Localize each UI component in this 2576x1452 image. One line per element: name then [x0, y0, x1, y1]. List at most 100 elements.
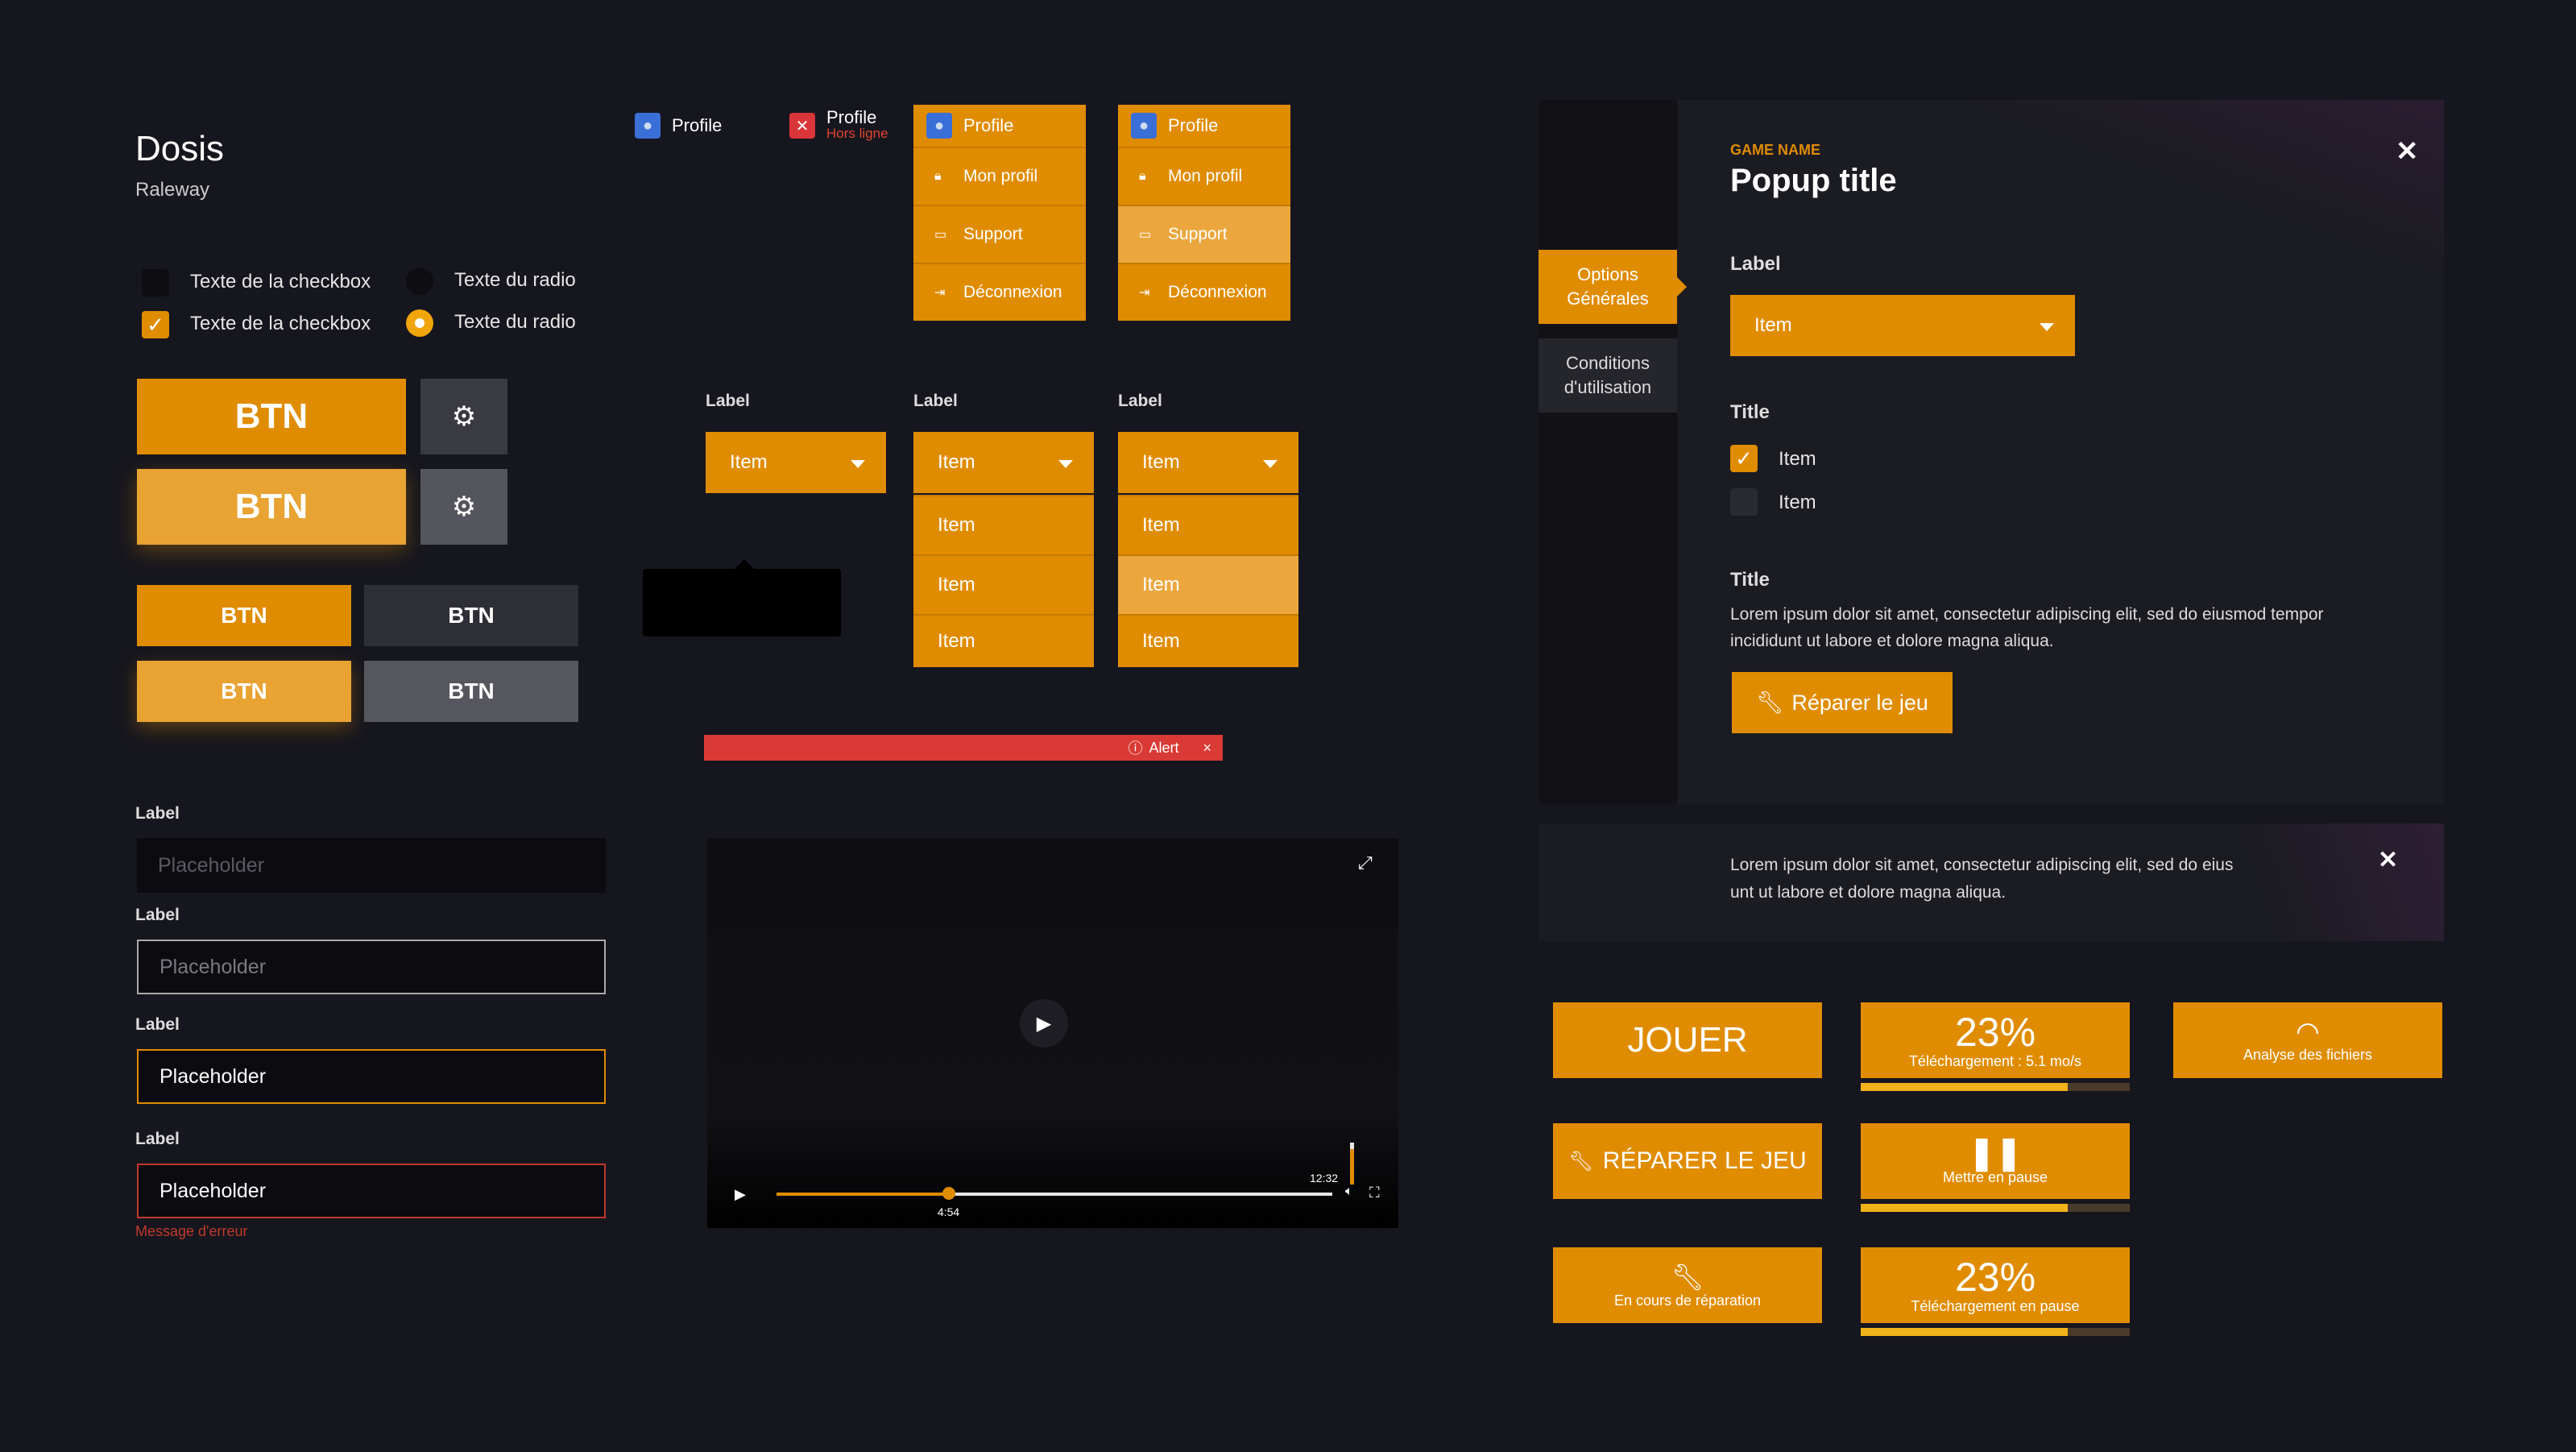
primary-button-hover[interactable]: BTN [137, 469, 406, 545]
dropdown-option[interactable]: Item [913, 495, 1094, 554]
check-icon: ✓ [1735, 446, 1753, 471]
seek-bar-progress [777, 1193, 949, 1196]
menu-item-logout[interactable]: ⇥ Déconnexion [913, 263, 1086, 321]
volume-icon[interactable]: 🔈︎ [1345, 1184, 1353, 1199]
checkbox-checked[interactable]: ✓ [142, 311, 169, 338]
download-progress-bar [1861, 1083, 2130, 1091]
analyse-label: Analyse des fichiers [2243, 1046, 2373, 1063]
profile-menu-header[interactable]: ● Profile [1118, 105, 1290, 147]
notification-text: unt ut labore et dolore magna aliqua. [1730, 883, 2007, 902]
offline-status: Hors ligne [826, 126, 888, 141]
tab-conditions[interactable]: Conditions d'utilisation [1539, 338, 1677, 413]
menu-item-profile[interactable]: 🔒︎ Mon profil [1118, 147, 1290, 205]
pause-tile[interactable]: ❚❚ Mettre en pause [1861, 1123, 2130, 1199]
volume-slider[interactable] [1350, 1143, 1354, 1184]
download-percent: 23% [1954, 1009, 2036, 1055]
dropdown-option-hover[interactable]: Item [1118, 554, 1298, 614]
close-icon: ✕ [2396, 136, 2419, 167]
dropdown-open[interactable]: Item [913, 432, 1094, 493]
settings-button[interactable]: ⚙ [420, 379, 507, 454]
avatar-icon: ● [1131, 113, 1157, 139]
notification-close-button[interactable]: ✕ [2378, 846, 2398, 874]
radio-unchecked[interactable] [406, 268, 433, 295]
dropdown-option[interactable]: Item [913, 554, 1094, 614]
input-label: Label [135, 1130, 180, 1148]
caret-down-icon [1058, 460, 1073, 468]
notification-text: Lorem ipsum dolor sit amet, consectetur … [1730, 856, 2234, 874]
lock-icon: 🔒︎ [1139, 169, 1146, 183]
text-input-error[interactable]: Placeholder [137, 1164, 606, 1218]
chat-icon: ▭ [934, 228, 947, 242]
download-progress-fill [1861, 1083, 2069, 1091]
small-secondary-button-hover[interactable]: BTN [364, 661, 578, 722]
profile-online[interactable]: ● Profile [635, 113, 722, 139]
menu-item-label: Support [1168, 225, 1228, 243]
wrench-icon: 🔧︎ [1756, 691, 1784, 715]
chat-icon: ▭ [1139, 228, 1152, 242]
repair-game-tile[interactable]: 🔧︎ RÉPARER LE JEU [1553, 1123, 1822, 1199]
avatar-icon: ● [635, 113, 661, 139]
play-game-button[interactable]: JOUER [1553, 1002, 1822, 1078]
small-primary-button[interactable]: BTN [137, 585, 351, 646]
download-tile[interactable]: 23% Téléchargement : 5.1 mo/s [1861, 1002, 2130, 1078]
menu-item-support[interactable]: ▭ Support [913, 205, 1086, 263]
font-body-sample: Raleway [135, 179, 210, 201]
popup-select[interactable]: Item [1730, 295, 2075, 356]
dropdown-value: Item [938, 451, 975, 473]
text-input-hover[interactable]: Placeholder [137, 940, 606, 994]
checkbox-label: Texte de la checkbox [190, 271, 371, 292]
paused-download-tile[interactable]: 23% Téléchargement en pause [1861, 1247, 2130, 1323]
tab-options-generales[interactable]: Options Générales [1539, 250, 1677, 324]
duration-time: 12:32 [1310, 1172, 1339, 1184]
paused-progress-bar [1861, 1328, 2130, 1336]
dropdown-value: Item [730, 451, 768, 473]
menu-item-label: Déconnexion [963, 283, 1062, 301]
profile-offline[interactable]: ✕ Profile Hors ligne [789, 107, 888, 142]
small-secondary-button[interactable]: BTN [364, 585, 578, 646]
radio-label: Texte du radio [454, 311, 576, 333]
primary-button[interactable]: BTN [137, 379, 406, 454]
popup-close-button[interactable]: ✕ [2396, 135, 2419, 168]
dropdown-option[interactable]: Item [913, 614, 1094, 667]
play-label: JOUER [1627, 1020, 1748, 1060]
logout-icon: ⇥ [934, 286, 946, 300]
small-primary-button-hover[interactable]: BTN [137, 661, 351, 722]
caret-down-icon [1263, 460, 1278, 468]
game-name: GAME NAME [1730, 142, 1820, 158]
fullscreen-expand-icon[interactable]: ⤢ [1358, 853, 1373, 873]
play-button[interactable]: ▶ [1020, 999, 1068, 1048]
menu-item-logout[interactable]: ⇥ Déconnexion [1118, 263, 1290, 321]
profile-label: Profile [963, 115, 1014, 135]
menu-item-profile[interactable]: 🔒︎ Mon profil [913, 147, 1086, 205]
paused-percent: 23% [1954, 1254, 2036, 1300]
gear-icon: ⚙ [451, 492, 477, 522]
dropdown-option[interactable]: Item [1118, 614, 1298, 667]
menu-item-support[interactable]: ▭ Support [1118, 205, 1290, 263]
dropdown-closed[interactable]: Item [706, 432, 886, 493]
select-value: Item [1754, 314, 1792, 336]
dropdown-option[interactable]: Item [1118, 495, 1298, 554]
dropdown-label: Label [913, 392, 958, 410]
play-small-icon[interactable]: ▶ [735, 1186, 746, 1203]
dropdown-label: Label [706, 392, 750, 410]
seek-thumb[interactable] [942, 1187, 955, 1200]
profile-menu-header[interactable]: ● Profile [913, 105, 1086, 147]
seek-bar[interactable] [777, 1193, 1332, 1196]
popup-checkbox-unchecked[interactable] [1730, 488, 1758, 516]
settings-button-hover[interactable]: ⚙ [420, 469, 507, 545]
wrench-icon: 🔧︎ [1568, 1150, 1593, 1172]
dropdown-open-hover[interactable]: Item [1118, 432, 1298, 493]
text-input-default[interactable]: Placeholder [137, 838, 606, 893]
repair-game-button[interactable]: 🔧︎ Réparer le jeu [1732, 672, 1953, 733]
radio-checked[interactable] [406, 309, 433, 337]
lock-icon: 🔒︎ [934, 169, 942, 183]
fullscreen-icon[interactable]: ⛶ [1369, 1184, 1380, 1201]
video-player[interactable]: ⤢ ▶ ▶ 4:54 12:32 🔈︎ ⛶ [707, 838, 1398, 1228]
popup-checkbox-checked[interactable]: ✓ [1730, 445, 1758, 472]
alert-close-button[interactable]: × [1203, 740, 1211, 757]
profile-label: Profile [826, 107, 877, 127]
checkbox-unchecked[interactable] [142, 269, 169, 297]
text-input-focus[interactable]: Placeholder [137, 1049, 606, 1104]
checkbox-label: Texte de la checkbox [190, 313, 371, 334]
tooltip [643, 569, 841, 637]
